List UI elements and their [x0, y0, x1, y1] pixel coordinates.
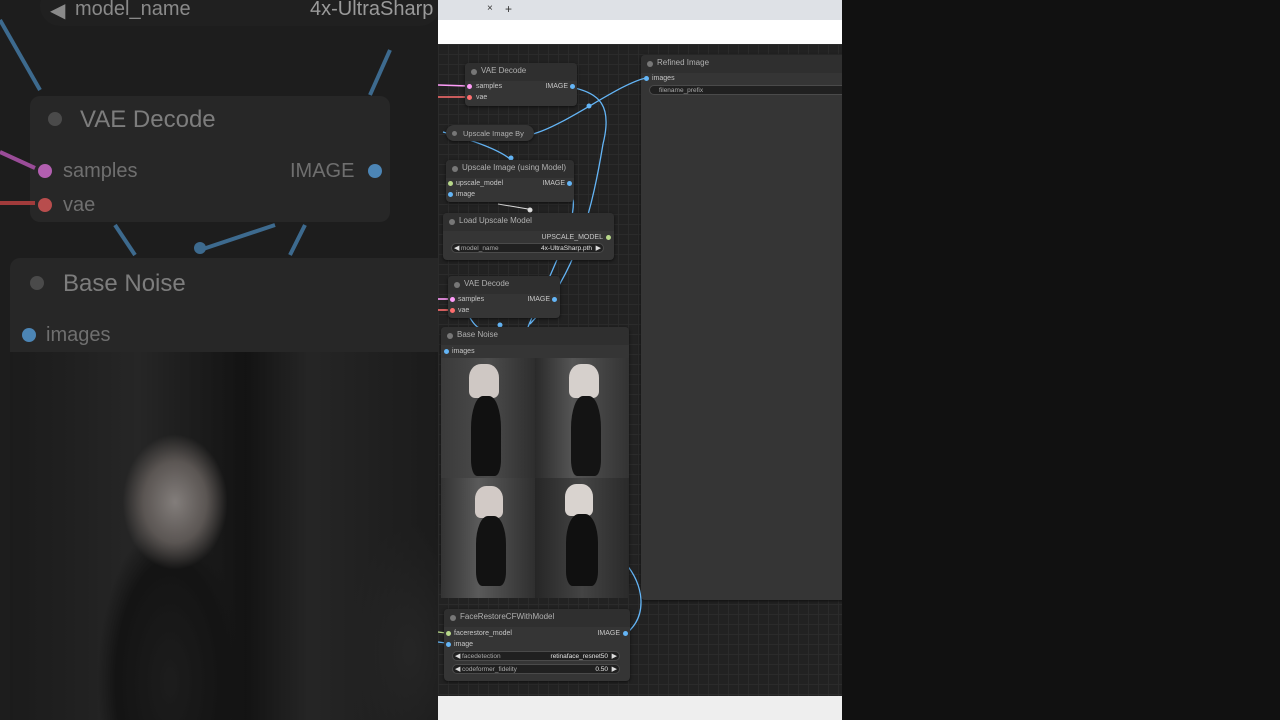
node-canvas[interactable]: Refined Image images filename_prefix VAE…	[438, 44, 842, 696]
browser-tab-bar: × +	[438, 0, 842, 20]
node-title-bar[interactable]: Upscale Image (using Model)	[446, 160, 574, 178]
samples-input-dot[interactable]	[467, 84, 472, 89]
node-base-noise[interactable]: Base Noise images	[441, 327, 629, 598]
node-upscale-using-model[interactable]: Upscale Image (using Model) upscale_mode…	[446, 160, 574, 202]
codeformer-fidelity-label: codeformer_fidelity	[462, 666, 517, 673]
image-output-dot[interactable]	[567, 181, 572, 186]
node-title: VAE Decode	[481, 66, 527, 75]
node-load-upscale-model[interactable]: Load Upscale Model UPSCALE_MODEL ◀ model…	[443, 213, 614, 260]
increment-arrow-icon[interactable]: ▶	[596, 244, 601, 252]
codeformer-fidelity-slider[interactable]: ◀ codeformer_fidelity 0.50 ▶	[452, 664, 620, 674]
upscale-model-output-label: UPSCALE_MODEL	[541, 234, 603, 241]
images-input-dot[interactable]	[444, 349, 449, 354]
decrement-arrow-icon[interactable]: ◀	[455, 652, 460, 660]
increment-arrow-icon[interactable]: ▶	[612, 652, 617, 660]
samples-input-dot[interactable]	[450, 297, 455, 302]
image-output-dot[interactable]	[623, 631, 628, 636]
figure	[565, 484, 593, 516]
bg-wires	[0, 19, 392, 257]
bg-shade	[10, 352, 438, 720]
model-name-select[interactable]: ◀ model_name 4x-UltraSharp.pth ▶	[451, 243, 604, 253]
node-title-bar[interactable]: VAE Decode	[448, 276, 560, 294]
node-title-bar[interactable]: FaceRestoreCFWithModel	[444, 609, 630, 627]
image-input-label: image	[456, 191, 476, 198]
figure	[571, 396, 601, 476]
new-tab-button[interactable]: +	[505, 2, 512, 16]
image-output-label: IMAGE	[527, 296, 550, 303]
node-collapse-dot[interactable]	[449, 219, 455, 225]
figure	[469, 364, 499, 398]
node-title-bar[interactable]: VAE Decode	[465, 63, 577, 81]
model-name-value: 4x-UltraSharp.pth	[541, 245, 592, 252]
node-collapse-dot[interactable]	[454, 282, 460, 288]
samples-input-label: samples	[476, 83, 503, 90]
image-output-label: IMAGE	[597, 630, 620, 637]
upscale-model-input-label: upscale_model	[456, 180, 504, 187]
samples-input-label: samples	[458, 296, 485, 303]
increment-arrow-icon[interactable]: ▶	[612, 665, 617, 673]
facerestore-model-input-dot[interactable]	[446, 631, 451, 636]
image-input-dot[interactable]	[446, 642, 451, 647]
node-collapse-dot[interactable]	[471, 69, 477, 75]
node-collapse-dot[interactable]	[447, 333, 453, 339]
node-title: VAE Decode	[464, 279, 510, 288]
node-vae-decode[interactable]: VAE Decode samples IMAGE vae	[448, 276, 560, 318]
upscale-model-output-dot[interactable]	[606, 235, 611, 240]
image-input-dot[interactable]	[448, 192, 453, 197]
node-title: Load Upscale Model	[459, 216, 532, 225]
node-title: Upscale Image By	[463, 129, 524, 138]
figure	[471, 396, 501, 476]
figure	[475, 486, 503, 518]
figure	[476, 516, 506, 586]
background-zoom-panel: ◀ model_name 4x-UltraSharp VAE Decode sa…	[0, 0, 438, 720]
node-face-restore[interactable]: FaceRestoreCFWithModel facerestore_model…	[444, 609, 630, 681]
images-input-label: images	[452, 348, 475, 355]
upscale-model-input-dot[interactable]	[448, 181, 453, 186]
figure	[566, 514, 598, 586]
node-upscale-image-by[interactable]: Upscale Image By	[446, 125, 534, 141]
image-input-label: image	[454, 641, 474, 648]
image-output-dot[interactable]	[552, 297, 557, 302]
node-title-bar[interactable]: Base Noise	[441, 327, 629, 345]
vae-input-dot[interactable]	[450, 308, 455, 313]
vae-input-label: vae	[458, 307, 470, 314]
node-title-bar[interactable]: Load Upscale Model	[443, 213, 614, 231]
image-output-label: IMAGE	[545, 83, 568, 90]
decrement-arrow-icon[interactable]: ◀	[454, 244, 459, 252]
bg-preview-image	[10, 352, 438, 720]
image-output-dot[interactable]	[570, 84, 575, 89]
node-title: Base Noise	[457, 330, 498, 339]
facerestore-model-input-label: facerestore_model	[454, 630, 512, 637]
node-vae-decode[interactable]: VAE Decode samples IMAGE vae	[465, 63, 577, 106]
node-collapse-dot[interactable]	[450, 615, 456, 621]
node-collapse-dot[interactable]	[452, 166, 458, 172]
vae-input-dot[interactable]	[467, 95, 472, 100]
node-collapse-dot[interactable]	[452, 131, 457, 136]
node-title: FaceRestoreCFWithModel	[460, 612, 555, 621]
browser-toolbar	[438, 20, 842, 44]
facedetection-label: facedetection	[462, 653, 501, 660]
bottom-strip	[438, 696, 842, 720]
facedetection-select[interactable]: ◀ facedetection retinaface_resnet50 ▶	[452, 651, 620, 661]
codeformer-fidelity-value: 0.50	[595, 666, 608, 673]
preview-image-3[interactable]	[441, 478, 535, 598]
vae-input-label: vae	[476, 94, 488, 101]
image-output-label: IMAGE	[542, 180, 565, 187]
node-title: Upscale Image (using Model)	[462, 163, 567, 172]
model-name-label: model_name	[461, 245, 499, 252]
figure	[569, 364, 599, 398]
preview-image-2[interactable]	[535, 358, 629, 478]
preview-image-4[interactable]	[535, 478, 629, 598]
facedetection-value: retinaface_resnet50	[550, 653, 608, 660]
tab-close-icon[interactable]: ×	[487, 3, 493, 14]
decrement-arrow-icon[interactable]: ◀	[455, 665, 460, 673]
preview-image-1[interactable]	[441, 358, 535, 478]
